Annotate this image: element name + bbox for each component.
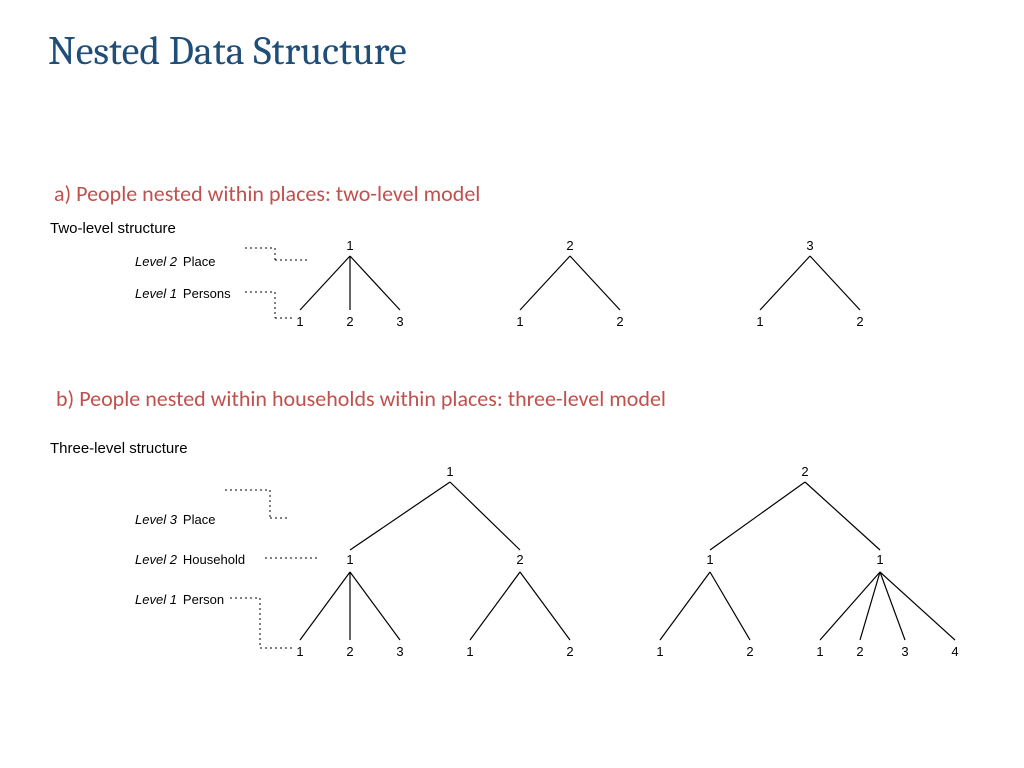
- node: 3: [396, 644, 403, 659]
- node: 2: [566, 238, 573, 253]
- node: 2: [346, 644, 353, 659]
- node: 2: [856, 644, 863, 659]
- node: 2: [616, 314, 623, 329]
- node: 1: [346, 552, 353, 567]
- three-level-svg: [50, 440, 970, 690]
- node: 1: [706, 552, 713, 567]
- node: 1: [346, 238, 353, 253]
- node: 2: [856, 314, 863, 329]
- node: 1: [816, 644, 823, 659]
- node: 2: [346, 314, 353, 329]
- node: 1: [876, 552, 883, 567]
- node: 3: [396, 314, 403, 329]
- node: 4: [951, 644, 958, 659]
- node: 1: [296, 644, 303, 659]
- node: 1: [296, 314, 303, 329]
- node: 2: [801, 464, 808, 479]
- figure-three-level: Three-level structure Level 3Place Level…: [50, 440, 970, 690]
- node: 3: [901, 644, 908, 659]
- section-a-heading: a) People nested within places: two-leve…: [54, 180, 480, 207]
- node: 2: [566, 644, 573, 659]
- node: 2: [516, 552, 523, 567]
- section-b-heading: b) People nested within households withi…: [56, 385, 666, 412]
- slide-title: Nested Data Structure: [48, 28, 407, 74]
- two-level-svg: [50, 220, 970, 350]
- figure-two-level: Two-level structure Level 2Place Level 1…: [50, 220, 970, 350]
- node: 1: [756, 314, 763, 329]
- node: 1: [656, 644, 663, 659]
- node: 1: [446, 464, 453, 479]
- node: 1: [516, 314, 523, 329]
- node: 1: [466, 644, 473, 659]
- node: 2: [746, 644, 753, 659]
- node: 3: [806, 238, 813, 253]
